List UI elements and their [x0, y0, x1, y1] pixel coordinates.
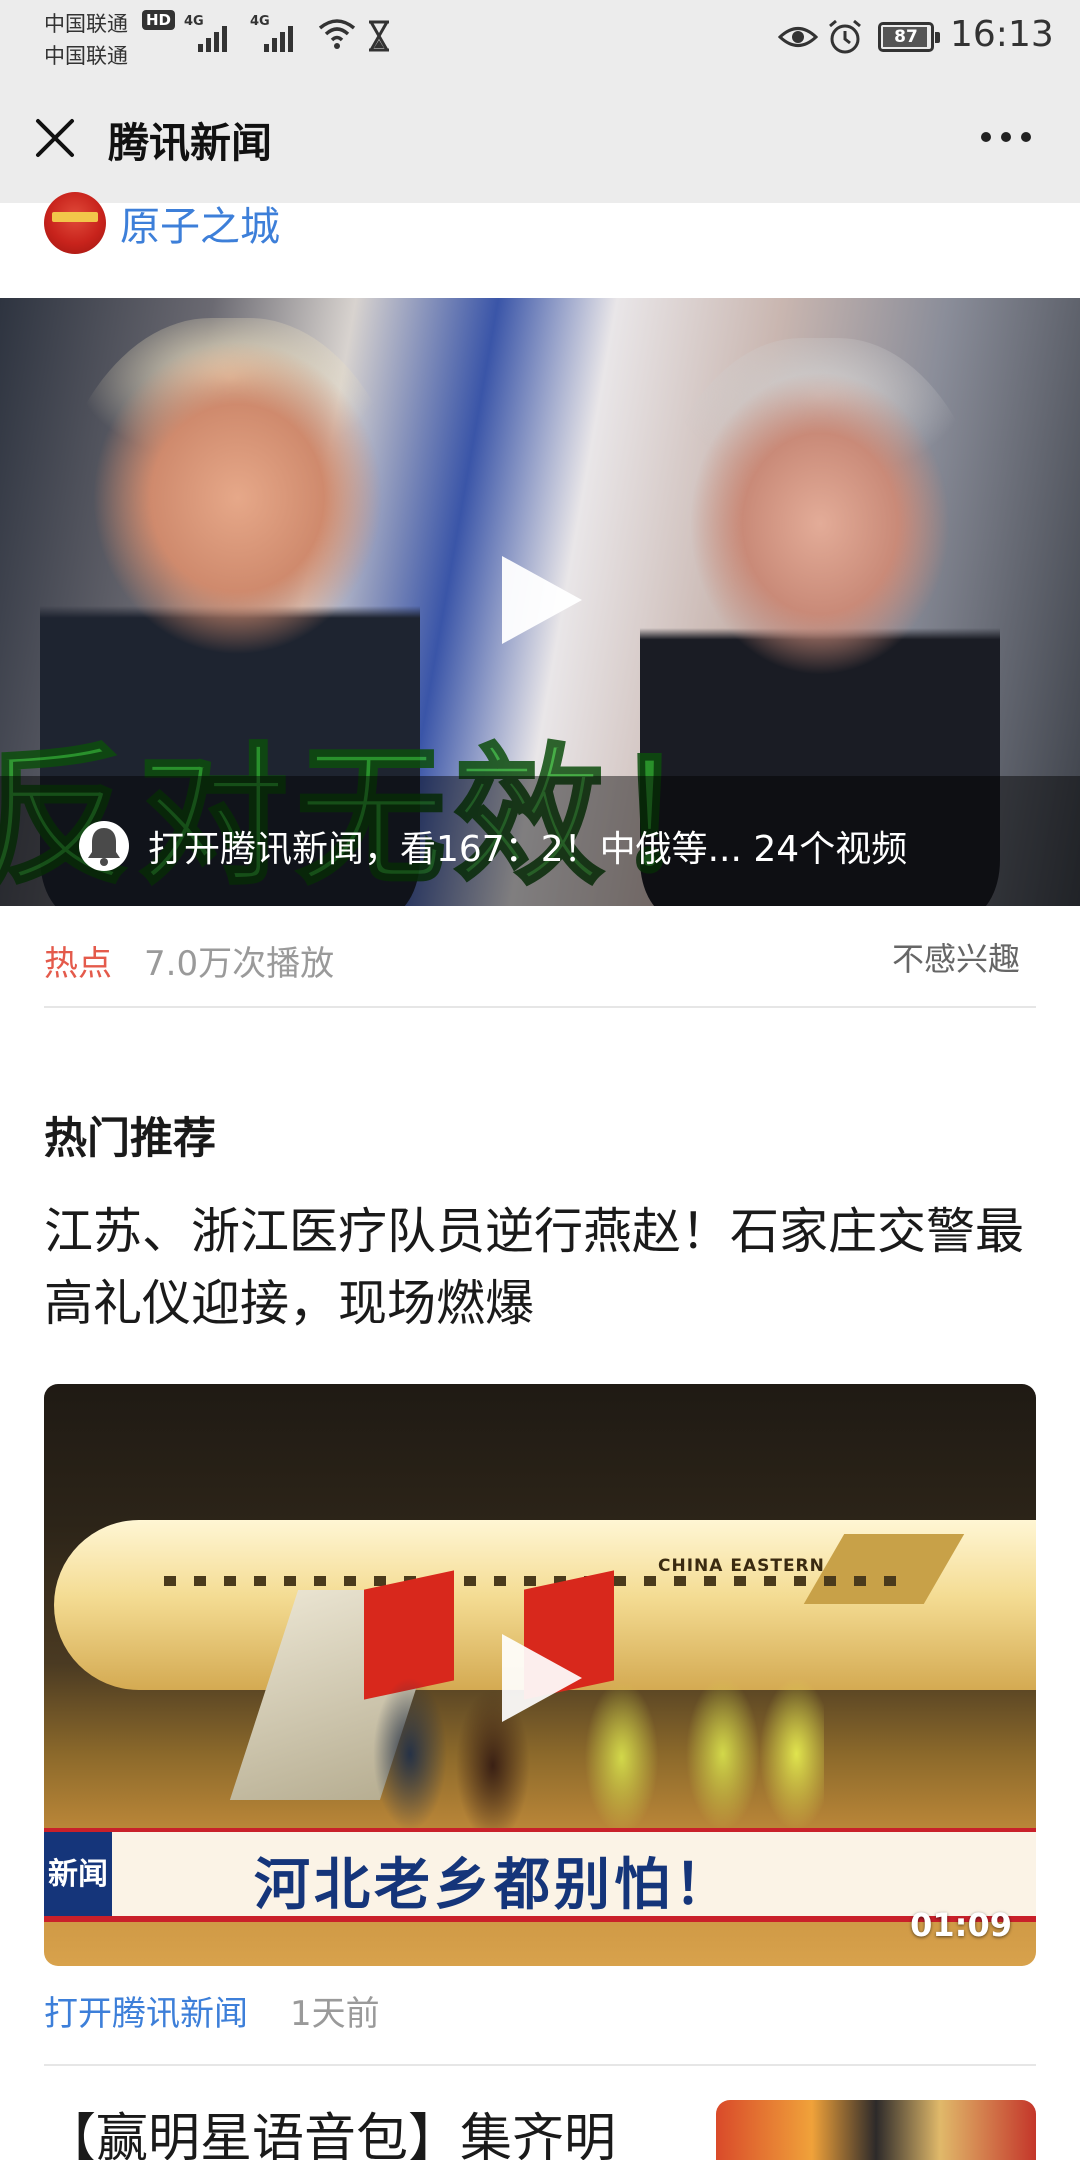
author-name[interactable]: 原子之城	[120, 194, 280, 252]
navigation-bar: 腾讯新闻	[0, 75, 1080, 203]
carrier-label-primary: 中国联通	[44, 12, 128, 36]
author-avatar[interactable]	[44, 192, 106, 254]
wifi-icon	[318, 19, 356, 49]
carrier-label-secondary: 中国联通	[44, 44, 128, 68]
section-title: 热门推荐	[44, 1114, 216, 1164]
next-article-thumbnail[interactable]	[716, 2100, 1036, 2160]
hot-tag: 热点	[44, 944, 112, 984]
status-bar: 中国联通 中国联通 HD 4G 4G 87 16:13	[0, 0, 1080, 75]
divider	[44, 2064, 1036, 2066]
more-options-icon[interactable]	[976, 117, 1036, 157]
video-player-1[interactable]: 反对无效！ 打开腾讯新闻，看167：2！中俄等... 24个视频	[0, 298, 1080, 906]
battery-icon: 87	[878, 22, 940, 52]
airplane-windows	[164, 1576, 904, 1586]
not-interested-button[interactable]: 不感兴趣	[892, 934, 1020, 980]
article-title[interactable]: 江苏、浙江医疗队员逆行燕赵！石家庄交警最高礼仪迎接，现场燃爆	[44, 1196, 1044, 1340]
news-banner: 新闻 河北老乡都别怕！	[44, 1828, 1036, 1922]
next-article-title[interactable]: 【赢明星语音包】集齐明	[44, 2096, 616, 2160]
video-1-caption[interactable]: 打开腾讯新闻，看167：2！中俄等... 24个视频	[148, 820, 907, 872]
play-count: 7.0万次播放	[144, 944, 335, 984]
eye-comfort-icon	[778, 27, 818, 47]
banner-tag: 新闻	[44, 1832, 112, 1916]
cell-signal-icon: 4G	[184, 14, 240, 54]
tencent-news-logo-icon	[79, 821, 129, 871]
page-title: 腾讯新闻	[108, 119, 272, 167]
play-icon[interactable]	[492, 1630, 588, 1726]
hourglass-icon	[369, 20, 389, 52]
publish-time: 1天前	[290, 1994, 380, 2034]
video-duration: 01:09	[910, 1906, 1012, 1944]
play-icon[interactable]	[492, 552, 588, 648]
crowd	[364, 1640, 824, 1830]
banner-text: 河北老乡都别怕！	[254, 1853, 734, 1918]
airplane-label: CHINA EASTERN	[658, 1556, 825, 1576]
alarm-icon	[829, 19, 861, 54]
divider	[44, 1006, 1036, 1008]
hd-badge: HD	[142, 10, 176, 30]
open-tencent-news-link[interactable]: 打开腾讯新闻	[44, 1986, 248, 2035]
cell-signal-icon-2: 4G	[250, 14, 306, 54]
video-player-2[interactable]: CHINA EASTERN 新闻 河北老乡都别怕！ 01:09	[44, 1384, 1036, 1966]
clock: 16:13	[950, 14, 1054, 55]
battery-level: 87	[894, 27, 918, 47]
close-icon[interactable]	[30, 113, 80, 163]
